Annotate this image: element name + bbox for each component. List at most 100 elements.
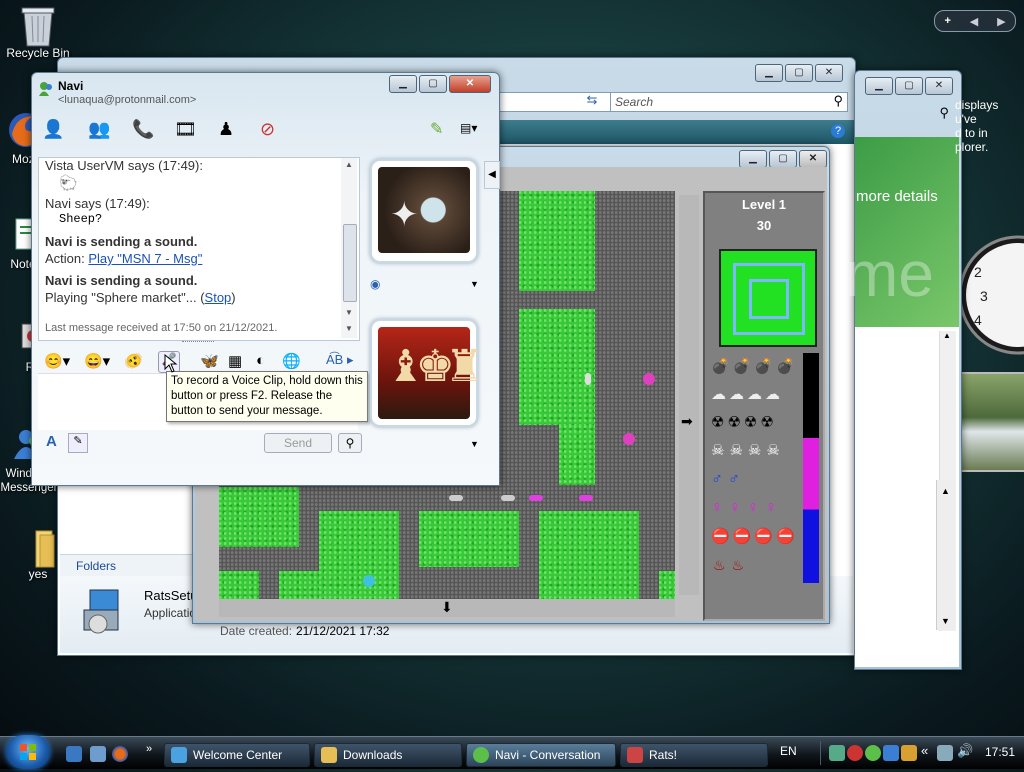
- video-icon[interactable]: 🎞: [174, 119, 197, 140]
- minimap[interactable]: [719, 249, 817, 347]
- wink-icon[interactable]: 😄▾: [84, 352, 110, 370]
- taskbar-button-welcome-center[interactable]: Welcome Center: [164, 743, 310, 767]
- minimize-button[interactable]: ▁: [739, 150, 767, 168]
- tray-network-icon[interactable]: [829, 745, 845, 761]
- weapon-row-gas[interactable]: ☁☁☁☁: [711, 385, 801, 405]
- next-gadget-button[interactable]: ▶: [997, 15, 1005, 28]
- contact-display-picture[interactable]: ✦: [370, 159, 478, 263]
- search-input[interactable]: Search: [615, 95, 653, 109]
- tray-app-icon[interactable]: [901, 745, 917, 761]
- installer-icon: [74, 586, 126, 638]
- call-icon[interactable]: 📞: [132, 119, 154, 140]
- folders-label: Folders: [76, 559, 117, 573]
- tray-messenger-icon[interactable]: [865, 745, 881, 761]
- score-value: 30: [756, 218, 772, 233]
- tray-overflow-icon[interactable]: «: [921, 743, 928, 758]
- stop-sound-link[interactable]: Stop: [205, 290, 232, 305]
- help-icon[interactable]: ?: [831, 124, 845, 138]
- grass-block: [659, 571, 675, 601]
- maximize-button[interactable]: ▢: [419, 75, 447, 93]
- group-icon[interactable]: 👥: [88, 119, 110, 140]
- more-details-link[interactable]: more details: [856, 188, 938, 205]
- ammo-bar: [803, 353, 819, 583]
- close-button[interactable]: ✕: [449, 75, 491, 93]
- firefox-quicklaunch-icon[interactable]: [112, 746, 128, 762]
- resize-grip[interactable]: [182, 341, 214, 345]
- down-scroll-arrow[interactable]: ⬇: [219, 599, 675, 617]
- clock-text[interactable]: 17:51: [985, 745, 1015, 759]
- background-icon[interactable]: ✎: [430, 119, 443, 139]
- prev-gadget-button[interactable]: ◀: [970, 15, 978, 28]
- my-display-picture[interactable]: ♝♚♜: [370, 319, 484, 427]
- conversation-scrollbar[interactable]: ▲ ▼ ▼: [341, 158, 357, 338]
- weapon-row-poison[interactable]: ☠☠☠☠: [711, 441, 801, 461]
- game-side-panel: Level 1 30 💣💣💣💣 ☁☁☁☁ ☢☢☢☢ ☠☠☠☠ ♂♂ ♀♀♀♀ ⛔…: [703, 191, 825, 621]
- ink-icon[interactable]: ▦: [228, 352, 242, 370]
- taskbar: » Welcome Center Downloads Navi - Conver…: [0, 735, 1024, 769]
- rat-sprite: [449, 495, 463, 501]
- close-button[interactable]: ✕: [799, 150, 827, 168]
- font-style-icon[interactable]: A: [46, 433, 57, 450]
- chevron-down-icon[interactable]: ▼: [470, 279, 479, 289]
- windows-logo-icon: [20, 744, 36, 760]
- search-box[interactable]: Search ⚲: [610, 92, 848, 112]
- menu-chevron-down-icon[interactable]: ▤▾: [460, 121, 477, 135]
- folders-pane-toggle[interactable]: Folders: [60, 554, 200, 577]
- messenger-icon: [473, 747, 489, 763]
- tray-update-icon[interactable]: [883, 745, 899, 761]
- language-indicator[interactable]: EN: [780, 744, 797, 758]
- grass-block: [419, 511, 519, 567]
- games-icon[interactable]: ♟: [218, 119, 234, 140]
- minimize-button[interactable]: ▁: [389, 75, 417, 93]
- show-desktop-icon[interactable]: [66, 746, 82, 762]
- taskbar-button-rats[interactable]: Rats!: [620, 743, 768, 767]
- maximize-button[interactable]: ▢: [895, 77, 923, 95]
- weapon-row-radiation[interactable]: ☢☢☢☢: [711, 413, 801, 433]
- send-file-icon[interactable]: 🌐: [282, 352, 301, 370]
- close-button[interactable]: ✕: [925, 77, 953, 95]
- weapon-row-stop[interactable]: ⛔⛔⛔⛔: [711, 527, 801, 547]
- switch-windows-icon[interactable]: [90, 746, 106, 762]
- flower-sprite: [363, 575, 375, 587]
- weapon-row-male[interactable]: ♂♂: [711, 471, 801, 491]
- tray-display-icon[interactable]: [937, 745, 953, 761]
- taskbar-button-navi-conversation[interactable]: Navi - Conversation: [466, 743, 616, 767]
- nudge-icon[interactable]: 🫨: [124, 352, 143, 370]
- minimize-button[interactable]: ▁: [755, 64, 783, 82]
- handwriting-icon[interactable]: ✎: [68, 433, 88, 453]
- tray-security-icon[interactable]: [847, 745, 863, 761]
- search-icon[interactable]: ⚲: [338, 433, 362, 453]
- wink-anim-icon[interactable]: ◐: [256, 352, 265, 369]
- weapon-row-female[interactable]: ♀♀♀♀: [711, 499, 801, 519]
- weapon-row-bombs[interactable]: 💣💣💣💣: [711, 357, 801, 377]
- invite-contact-icon[interactable]: 👤: [42, 119, 64, 140]
- explorer-right-scrollbar[interactable]: ▲ ▼: [936, 480, 955, 630]
- slideshow-gadget: [958, 372, 1024, 472]
- maximize-button[interactable]: ▢: [785, 64, 813, 82]
- quicklaunch-overflow-icon[interactable]: »: [146, 743, 152, 755]
- close-button[interactable]: ✕: [815, 64, 843, 82]
- webcam-icon[interactable]: ◉: [370, 277, 380, 291]
- msn-icon[interactable]: 🦋: [200, 352, 219, 370]
- right-scroll-arrow[interactable]: ➡: [679, 195, 699, 595]
- font-icon[interactable]: A͡B ▸: [326, 352, 353, 368]
- emoticon-icon[interactable]: 😊▾: [44, 352, 70, 370]
- weapon-row-misc[interactable]: ♨♨: [713, 557, 803, 577]
- block-icon[interactable]: ⊘: [260, 119, 275, 140]
- welcome-search-icon[interactable]: ⚲: [939, 105, 949, 121]
- volume-icon[interactable]: 🔊: [957, 743, 973, 759]
- send-button[interactable]: Send: [264, 433, 332, 453]
- minimize-button[interactable]: ▁: [865, 77, 893, 95]
- refresh-icon[interactable]: ⇆: [582, 92, 602, 110]
- date-created-value: 21/12/2021 17:32: [296, 624, 390, 638]
- chevron-down-icon[interactable]: ▼: [470, 439, 479, 449]
- grass-block: [219, 571, 259, 601]
- maximize-button[interactable]: ▢: [769, 150, 797, 168]
- search-icon[interactable]: ⚲: [833, 93, 843, 109]
- start-button[interactable]: [6, 735, 50, 769]
- add-gadget-button[interactable]: +: [944, 15, 950, 27]
- collapse-arrow-icon[interactable]: ◀: [484, 161, 500, 189]
- play-sound-link[interactable]: Play "MSN 7 - Msg": [88, 251, 202, 266]
- desktop-icon-recycle-bin[interactable]: Recycle Bin: [0, 4, 76, 60]
- taskbar-button-downloads[interactable]: Downloads: [314, 743, 462, 767]
